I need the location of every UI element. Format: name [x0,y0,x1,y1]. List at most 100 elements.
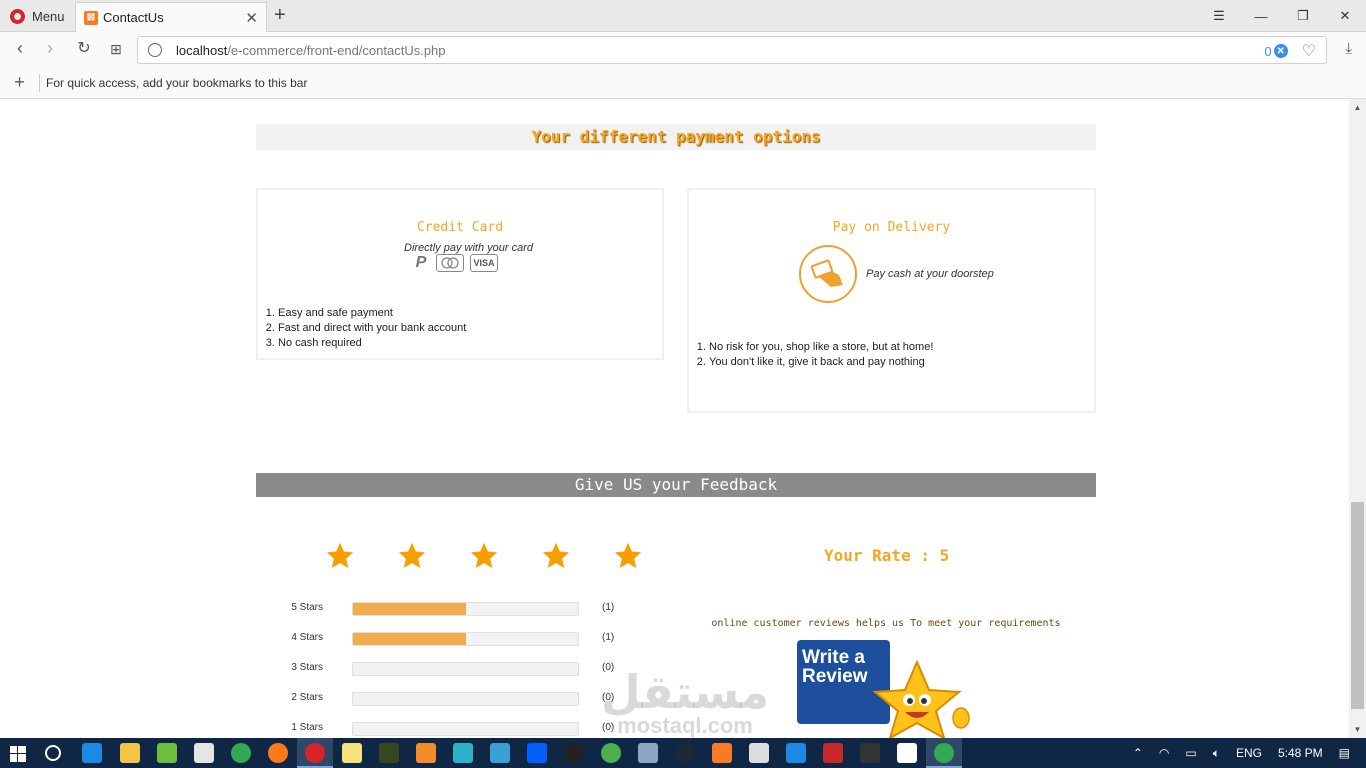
cash-hand-icon [799,245,857,303]
list-item: No risk for you, shop like a store, but … [709,340,933,355]
chrome-taskbar-icon[interactable] [934,743,954,763]
list-item: Fast and direct with your bank account [278,321,466,336]
star-2-icon[interactable] [397,541,427,571]
reload-icon[interactable]: ↻ [72,38,96,58]
star-rating-input [325,541,643,571]
star-5-icon[interactable] [613,541,643,571]
page-scrollbar[interactable]: ▲ ▼ [1349,99,1366,738]
tab-menu-icon[interactable]: ☰ [1198,0,1240,32]
action-center-icon[interactable]: ▤ [1339,746,1350,760]
adblock-badge[interactable]: 0 ✕ [1264,44,1288,59]
list-item: No cash required [278,336,466,351]
store-icon[interactable] [194,743,214,763]
show-hidden-icons-icon[interactable]: ⌃ [1133,746,1143,760]
app-orange-icon[interactable] [416,743,436,763]
battery-icon[interactable]: ▭ [1185,746,1196,760]
payment-options-heading: Your different payment options [256,124,1096,150]
defender-icon[interactable] [786,743,806,763]
dreamweaver-icon[interactable] [379,743,399,763]
dropbox-icon[interactable] [527,743,547,763]
bookmark-heart-icon[interactable]: ♡ [1302,41,1316,61]
app-blue-icon[interactable] [490,743,510,763]
watermark-arabic: مستقل [600,665,770,719]
smiling-star-mascot-icon [872,660,970,738]
new-tab-plus-icon[interactable]: + [274,4,286,27]
back-icon[interactable]: ‹ [8,38,32,59]
steam-icon[interactable] [675,743,695,763]
edge-icon[interactable] [82,743,102,763]
chrome-icon[interactable] [231,743,251,763]
rating-count: (1) [602,632,615,643]
rating-label: 4 Stars [291,632,323,643]
opera-menu-button[interactable]: Menu [0,0,74,32]
download-icon[interactable]: ⤓ [1345,40,1352,57]
pay-on-delivery-panel: Pay on Delivery Pay cash at your doorste… [687,188,1096,413]
speed-dial-icon[interactable]: ⊞ [104,41,128,58]
address-bar-row: ‹ › ↻ ⊞ localhost/e-commerce/front-end/c… [0,32,1366,68]
star-4-icon[interactable] [541,541,571,571]
window-close-icon[interactable]: ✕ [1324,0,1366,32]
window-controls: ☰ — ❐ ✕ [1198,0,1366,32]
calculator-icon[interactable] [749,743,769,763]
cube-app-icon[interactable] [638,743,658,763]
app-dark-icon[interactable] [860,743,880,763]
app-grid-icon[interactable] [157,743,177,763]
opera-taskbar-icon[interactable] [305,743,325,763]
volume-icon[interactable]: 🔈︎ [1213,746,1220,761]
file-explorer-icon[interactable] [120,743,140,763]
feedback-heading: Give US your Feedback [256,473,1096,497]
card-logos: P VISA [412,254,498,272]
add-bookmark-icon[interactable]: + [0,73,40,92]
rating-bar [352,662,579,676]
star-3-icon[interactable] [469,541,499,571]
rating-row-4: 4 Stars (1) [270,631,630,647]
rating-row-1: 1 Stars (0) [270,721,630,737]
tab-contactus[interactable]: ⊠ ContactUs ✕ [75,2,267,32]
url-host: localhost [176,42,228,58]
mail-icon[interactable] [897,743,917,763]
mastercard-icon [436,254,464,272]
rating-label: 1 Stars [291,722,323,733]
xampp-icon[interactable] [712,743,732,763]
star-1-icon[interactable] [325,541,355,571]
firefox-icon[interactable] [268,743,288,763]
restore-icon[interactable]: ❐ [1282,0,1324,32]
visa-icon: VISA [470,254,498,272]
scrollbar-thumb[interactable] [1351,502,1364,709]
pay-on-delivery-benefits: No risk for you, shop like a store, but … [689,340,933,370]
scroll-down-icon[interactable]: ▼ [1349,721,1366,738]
cortana-search-icon[interactable] [45,745,61,761]
scroll-up-icon[interactable]: ▲ [1349,99,1366,116]
url-field[interactable]: localhost/e-commerce/front-end/contactUs… [137,36,1327,64]
system-tray: ⌃ ◠ ▭ 🔈︎ ENG 5:48 PM ▤ [1125,738,1366,768]
utorrent-icon[interactable] [601,743,621,763]
write-review-line2: Review [802,666,868,687]
clock[interactable]: 5:48 PM [1278,746,1323,760]
app-teal-icon[interactable] [453,743,473,763]
minimize-icon[interactable]: — [1240,0,1282,32]
tab-close-icon[interactable]: ✕ [245,9,258,27]
windows-taskbar: ⌃ ◠ ▭ 🔈︎ ENG 5:48 PM ▤ [0,738,1366,768]
credit-card-panel: Credit Card Directly pay with your card … [256,188,664,360]
forward-icon[interactable]: › [38,38,62,59]
rating-bar [352,722,579,736]
media-player-icon[interactable] [564,743,584,763]
reviews-message: online customer reviews helps us To meet… [711,618,1061,629]
language-indicator[interactable]: ENG [1236,746,1262,760]
write-review-button[interactable]: Write a Review [797,640,977,738]
rating-label: 5 Stars [291,602,323,613]
rating-label: 2 Stars [291,692,323,703]
wifi-icon[interactable]: ◠ [1159,746,1169,760]
rating-bar [352,692,579,706]
notepad-icon[interactable] [342,743,362,763]
list-item: Easy and safe payment [278,306,466,321]
rating-bar-fill [353,603,466,615]
adblock-icon: ✕ [1273,44,1288,58]
windows-start-icon[interactable] [10,746,26,762]
credit-card-subtitle: Directly pay with your card [404,242,533,254]
globe-icon [148,43,162,57]
menu-label: Menu [32,8,65,24]
url-path: /e-commerce/front-end/contactUs.php [227,42,446,58]
rating-row-3: 3 Stars (0) [270,661,630,677]
app-red-icon[interactable] [823,743,843,763]
